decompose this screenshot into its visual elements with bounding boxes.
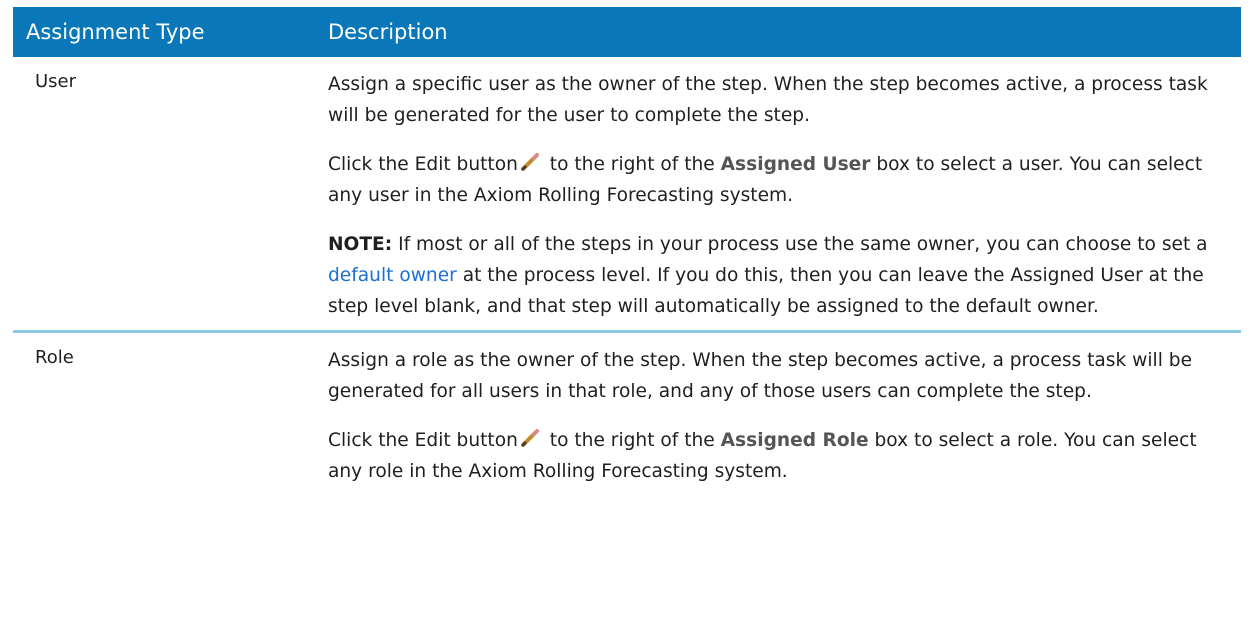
note-text-b: at the process level. If you do this, th… (328, 265, 1204, 317)
pencil-icon (520, 429, 539, 447)
cell-description-user: Assign a specific user as the owner of t… (328, 57, 1241, 330)
user-p2-text-b: to the right of the (543, 154, 721, 175)
role-paragraph-1: Assign a role as the owner of the step. … (328, 350, 1193, 402)
cell-type-role: Role (35, 347, 74, 368)
table-row-user: User Assign a specific user as the owner… (13, 57, 1241, 333)
cell-type-user: User (35, 71, 77, 92)
header-description: Description (328, 20, 448, 44)
table-row-role: Role Assign a role as the owner of the s… (13, 333, 1241, 505)
assignment-type-table: Assignment Type Description User Assign … (13, 7, 1241, 505)
user-paragraph-2: Click the Edit button to the right of th… (328, 149, 1211, 211)
role-p2-text-a: Click the Edit button (328, 430, 518, 451)
assigned-user-label: Assigned User (720, 154, 871, 175)
header-assignment-type: Assignment Type (26, 20, 205, 44)
assigned-role-label: Assigned Role (720, 430, 869, 451)
default-owner-link[interactable]: default owner (328, 265, 457, 286)
role-paragraph-2: Click the Edit button to the right of th… (328, 425, 1211, 487)
pencil-icon (520, 153, 539, 171)
user-paragraph-1: Assign a specific user as the owner of t… (328, 74, 1208, 126)
user-p2-text-a: Click the Edit button (328, 154, 518, 175)
note-label: NOTE: (328, 234, 393, 255)
cell-description-role: Assign a role as the owner of the step. … (328, 333, 1241, 505)
note-text-a: If most or all of the steps in your proc… (392, 234, 1208, 255)
user-note-paragraph: NOTE: If most or all of the steps in you… (328, 229, 1211, 322)
table-header-row: Assignment Type Description (13, 7, 1241, 57)
role-p2-text-b: to the right of the (543, 430, 721, 451)
